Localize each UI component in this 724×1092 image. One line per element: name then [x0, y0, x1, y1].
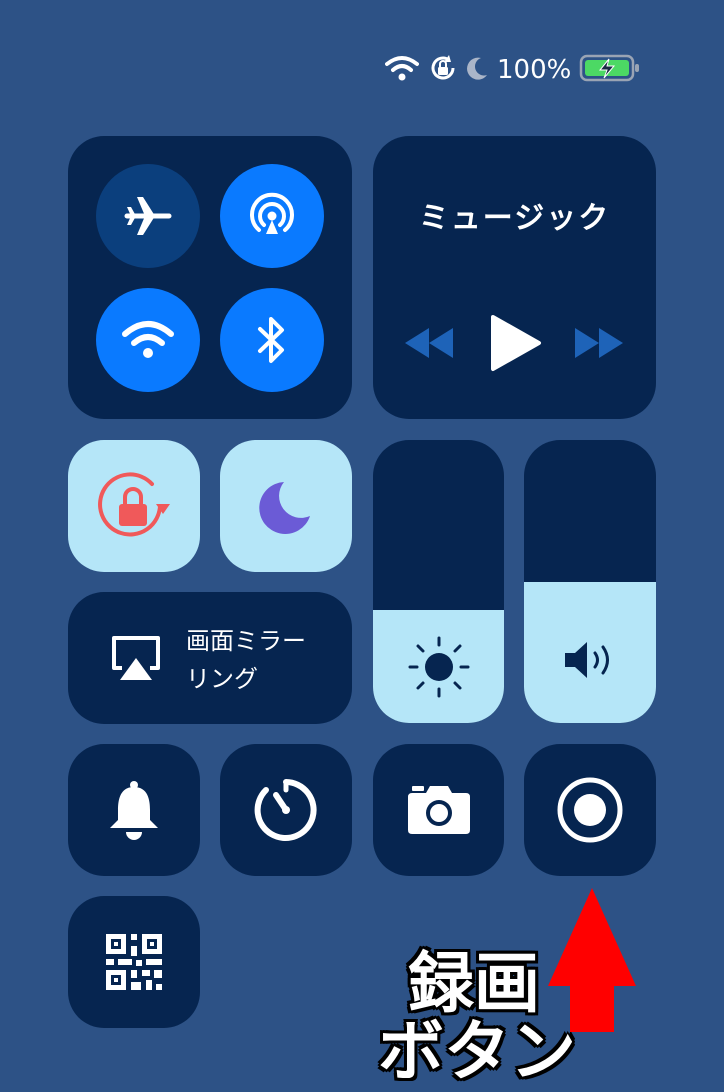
wifi-icon: [122, 321, 174, 358]
annotation-arrow: [546, 886, 638, 1040]
screen-record-icon: [557, 777, 623, 843]
orientation-lock-icon: [98, 472, 170, 537]
sun-icon: [408, 636, 469, 697]
wifi-button[interactable]: [96, 288, 200, 392]
bluetooth-button[interactable]: [220, 288, 324, 392]
timer-icon: [254, 779, 317, 841]
play-button[interactable]: [490, 314, 542, 376]
camera-button[interactable]: [373, 744, 504, 876]
airdrop-icon: [250, 192, 294, 234]
silent-mode-button[interactable]: [68, 744, 200, 876]
play-icon: [491, 315, 541, 371]
camera-icon: [407, 786, 470, 834]
music-panel[interactable]: [373, 136, 656, 419]
airplane-icon: [124, 197, 172, 235]
wifi-icon: [385, 55, 419, 85]
status-bar: 100%: [385, 52, 641, 88]
bell-icon: [110, 781, 158, 840]
qr-code-icon: [106, 934, 162, 990]
battery-charging-icon: [579, 53, 641, 87]
rewind-icon: [405, 328, 453, 358]
rewind-button[interactable]: [403, 326, 455, 364]
brightness-slider[interactable]: [373, 440, 504, 723]
speaker-icon: [565, 642, 609, 678]
moon-icon: [259, 482, 310, 534]
music-title: ミュージック: [418, 201, 611, 236]
qr-scanner-button[interactable]: [68, 896, 200, 1028]
volume-slider[interactable]: [524, 440, 656, 723]
fast-forward-icon: [575, 328, 623, 358]
airplane-mode-button[interactable]: [96, 164, 200, 268]
airdrop-button[interactable]: [220, 164, 324, 268]
moon-icon: [465, 55, 489, 85]
battery-percent: 100%: [497, 55, 572, 85]
airplay-icon: [110, 634, 162, 686]
timer-button[interactable]: [220, 744, 352, 876]
screen-mirroring-label: 画面ミラー リング: [186, 627, 306, 693]
orientation-lock-button[interactable]: [68, 440, 200, 572]
do-not-disturb-button[interactable]: [220, 440, 352, 572]
orientation-lock-icon: [429, 54, 457, 86]
screen-record-button[interactable]: [524, 744, 656, 876]
bluetooth-icon: [258, 317, 284, 363]
fast-forward-button[interactable]: [573, 326, 625, 364]
